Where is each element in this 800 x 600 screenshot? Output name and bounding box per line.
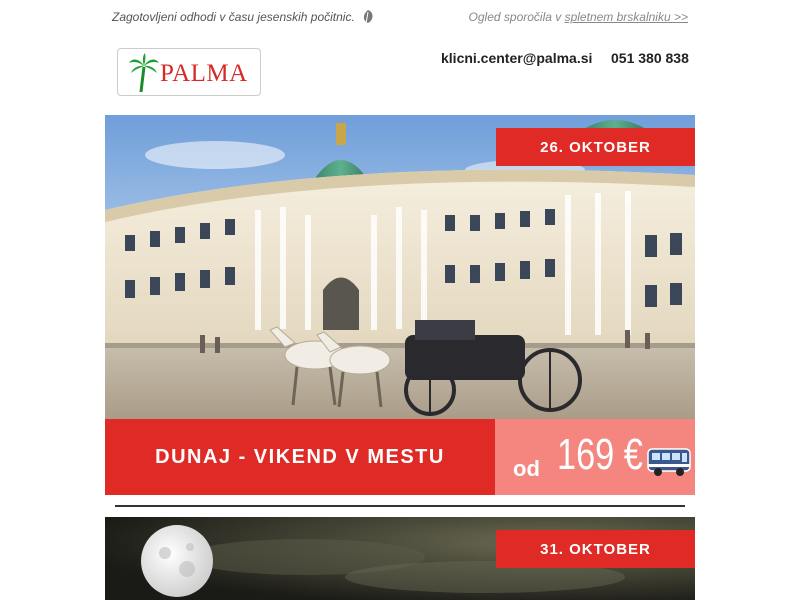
leaf-icon [363,10,373,25]
contact-email[interactable]: klicni.center@palma.si [441,50,592,66]
contact-phone[interactable]: 051 380 838 [611,50,689,66]
top-bar: Zagotovljeni odhodi v času jesenskih poč… [0,0,800,36]
palm-tree-icon [129,53,159,93]
bus-icon [647,448,691,476]
section-divider [115,505,685,507]
offer-price-box[interactable]: od 169 € [495,419,695,495]
offer-card-vienna[interactable]: 26. OKTOBER DUNAJ - VIKEND V MESTU od 16… [105,115,695,495]
webview-link[interactable]: spletnem brskalniku >> [565,10,688,24]
tagline: Zagotovljeni odhodi v času jesenskih poč… [112,10,355,24]
offer-date-badge: 26. OKTOBER [496,128,695,166]
offer-price: 169 € [557,430,643,479]
webview-text: Ogled sporočila v spletnem brskalniku >> [469,10,688,24]
logo-text: PALMA [160,60,248,87]
offer-title[interactable]: DUNAJ - VIKEND V MESTU [105,419,495,495]
palma-logo[interactable]: PALMA [117,48,261,96]
price-prefix: od [513,456,540,481]
offer-date-badge-2: 31. OKTOBER [496,530,695,568]
offer-card-night[interactable]: 31. OKTOBER [105,517,695,600]
webview-prefix: Ogled sporočila v [468,10,565,24]
